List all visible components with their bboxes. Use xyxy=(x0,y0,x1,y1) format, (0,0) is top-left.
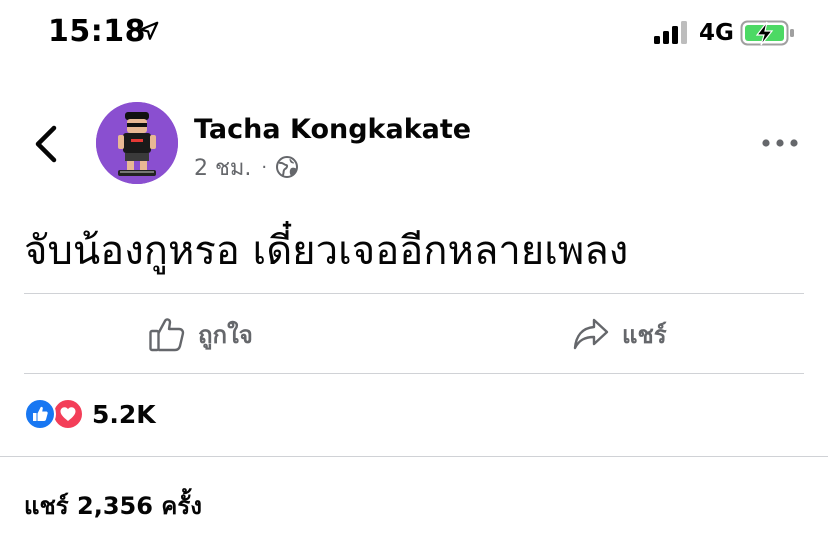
cellular-signal-icon xyxy=(654,21,687,44)
share-button[interactable]: แชร์ xyxy=(572,308,667,360)
location-arrow-icon xyxy=(139,21,159,40)
post-time[interactable]: 2 ชม. xyxy=(194,150,251,185)
divider-middle xyxy=(24,373,804,374)
divider-bottom xyxy=(0,456,828,457)
reaction-count: 5.2K xyxy=(92,399,156,429)
post-meta: 2 ชม. · xyxy=(194,152,299,182)
more-options-icon[interactable] xyxy=(760,134,800,152)
battery-charging-icon xyxy=(740,20,794,46)
thumbs-up-icon xyxy=(149,318,185,352)
share-count[interactable]: แชร์ 2,356 ครั้ง xyxy=(24,486,202,525)
love-reaction-icon xyxy=(52,398,84,430)
like-reaction-icon xyxy=(24,398,56,430)
reactions-summary[interactable]: 5.2K xyxy=(24,396,156,432)
network-label: 4G xyxy=(699,20,734,46)
avatar-illustration xyxy=(96,102,178,184)
divider-top xyxy=(24,293,804,294)
avatar[interactable] xyxy=(96,102,178,184)
author-name[interactable]: Tacha Kongkakate xyxy=(194,114,471,145)
like-button[interactable]: ถูกใจ xyxy=(148,308,253,360)
status-time: 15:18 xyxy=(48,14,146,49)
status-bar: 15:18 4G xyxy=(0,0,828,66)
share-label: แชร์ xyxy=(622,320,667,349)
back-button[interactable] xyxy=(28,122,64,166)
meta-separator: · xyxy=(261,156,268,178)
share-arrow-icon xyxy=(573,318,609,350)
globe-icon xyxy=(276,156,299,178)
like-label: ถูกใจ xyxy=(198,320,253,349)
post-text: จับน้องกูหรอ เดี๋ยวเจออีกหลายเพลง xyxy=(24,228,629,274)
